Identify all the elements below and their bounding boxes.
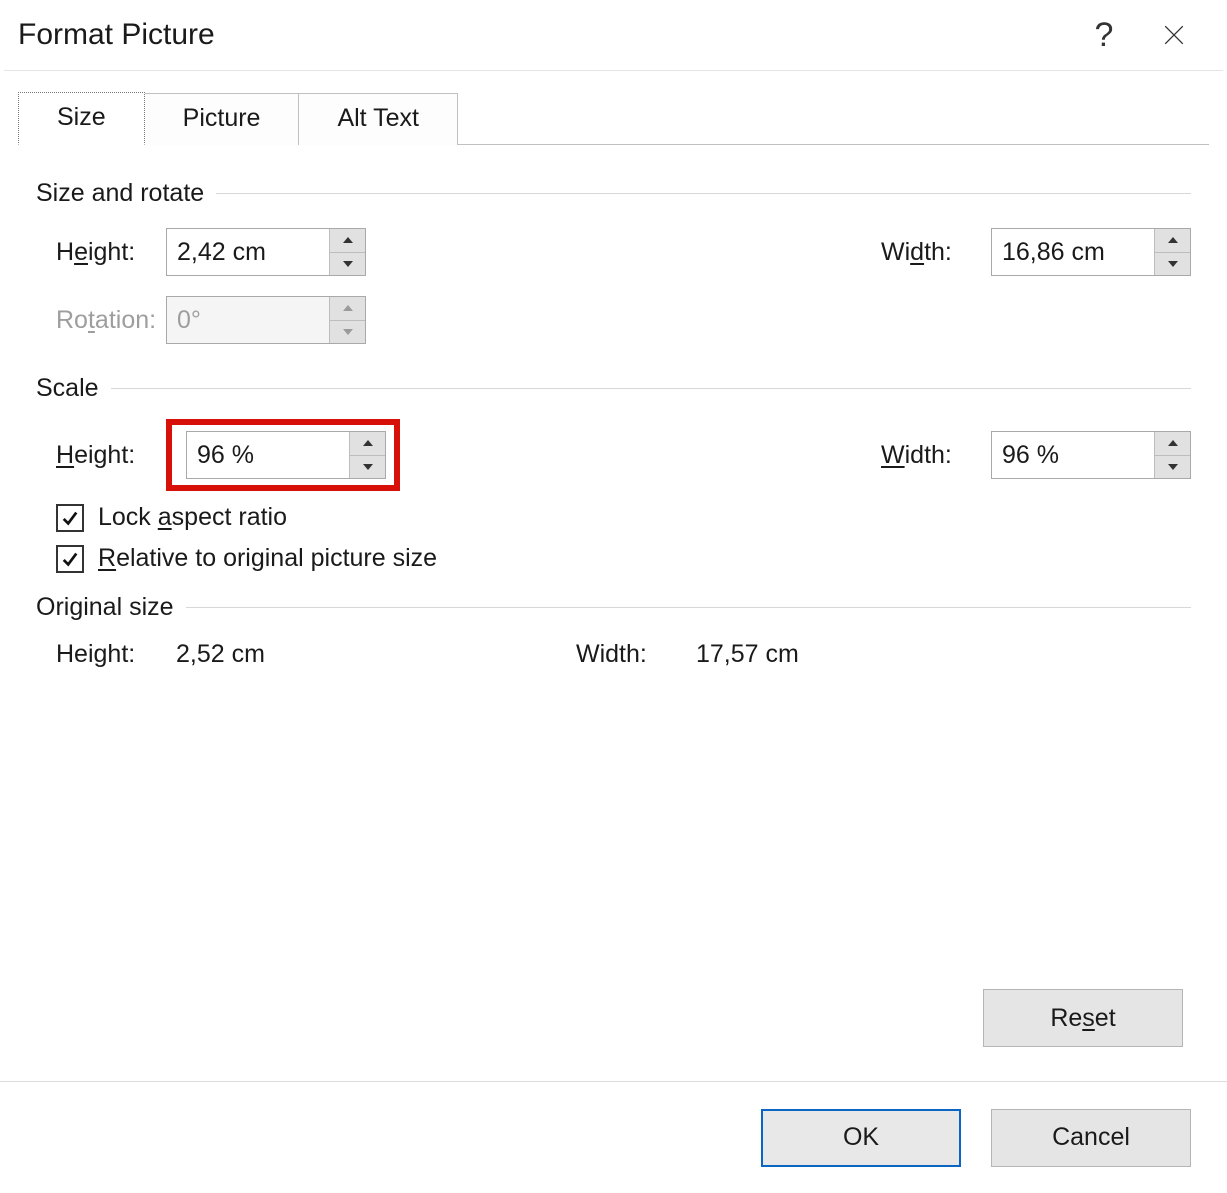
tab-picture[interactable]: Picture (145, 93, 300, 145)
close-button[interactable] (1139, 5, 1209, 65)
width-value[interactable]: 16,86 cm (992, 229, 1154, 275)
row-rotation: Rotation: 0° (36, 292, 1191, 348)
scale-height-value[interactable]: 96 % (187, 432, 349, 478)
width-spinner-down[interactable] (1155, 253, 1190, 276)
height-value[interactable]: 2,42 cm (167, 229, 329, 275)
scale-height-spinner-down[interactable] (350, 456, 385, 479)
scale-height-highlight: 96 % (166, 419, 400, 491)
tab-size[interactable]: Size (18, 92, 145, 145)
ok-button[interactable]: OK (761, 1109, 961, 1167)
width-label: Width: (881, 238, 991, 267)
checkmark-icon (61, 550, 79, 568)
dialog-body: Size and rotate Height: 2,42 cm Width: 1… (0, 145, 1227, 1081)
lock-aspect-checkbox[interactable] (56, 504, 84, 532)
original-height-value: 2,52 cm (166, 640, 576, 669)
section-size-and-rotate: Size and rotate (36, 179, 1191, 208)
scale-width-spinner[interactable]: 96 % (991, 431, 1191, 479)
rotation-label: Rotation: (36, 306, 166, 335)
original-width-value: 17,57 cm (686, 640, 799, 669)
reset-area: Reset (983, 985, 1191, 1071)
original-width-label: Width: (576, 640, 686, 669)
section-label-original: Original size (36, 593, 174, 622)
section-label-size-rotate: Size and rotate (36, 179, 204, 208)
rotation-spinner-down (330, 321, 365, 344)
section-original-size: Original size (36, 593, 1191, 622)
lock-aspect-label: Lock aspect ratio (98, 503, 287, 532)
row-scale-height-width: Height: 96 % Width: 96 % (36, 419, 1191, 491)
height-label: Height: (36, 238, 166, 267)
tab-alt-text[interactable]: Alt Text (299, 93, 458, 145)
lock-aspect-ratio-row: Lock aspect ratio (36, 503, 1191, 532)
help-icon: ? (1095, 16, 1114, 55)
scale-width-value[interactable]: 96 % (992, 432, 1154, 478)
row-original-size: Height: 2,52 cm Width: 17,57 cm (36, 640, 1191, 669)
close-icon (1163, 24, 1185, 46)
section-divider (111, 388, 1191, 389)
scale-width-spinner-up[interactable] (1155, 432, 1190, 456)
help-button[interactable]: ? (1069, 5, 1139, 65)
rotation-value: 0° (167, 297, 329, 343)
scale-height-spinner[interactable]: 96 % (186, 431, 386, 479)
relative-original-label: Relative to original picture size (98, 544, 437, 573)
height-spinner[interactable]: 2,42 cm (166, 228, 366, 276)
height-spinner-down[interactable] (330, 253, 365, 276)
scale-height-label: Height: (36, 441, 166, 470)
width-spinner-up[interactable] (1155, 229, 1190, 253)
section-divider (216, 193, 1191, 194)
original-height-label: Height: (36, 640, 166, 669)
tabs: Size Picture Alt Text (0, 71, 1227, 144)
checkmark-icon (61, 509, 79, 527)
scale-height-spinner-up[interactable] (350, 432, 385, 456)
format-picture-dialog: Format Picture ? Size Picture Alt Text S… (0, 0, 1227, 1193)
scale-width-spinner-down[interactable] (1155, 456, 1190, 479)
relative-original-checkbox[interactable] (56, 545, 84, 573)
titlebar: Format Picture ? (0, 0, 1227, 70)
section-divider (186, 607, 1191, 608)
row-height: Height: 2,42 cm Width: 16,86 cm (36, 224, 1191, 280)
dialog-footer: OK Cancel (0, 1081, 1227, 1193)
dialog-title: Format Picture (18, 18, 1069, 52)
cancel-button[interactable]: Cancel (991, 1109, 1191, 1167)
scale-width-label: Width: (881, 441, 991, 470)
height-spinner-up[interactable] (330, 229, 365, 253)
rotation-spinner-up (330, 297, 365, 321)
width-spinner[interactable]: 16,86 cm (991, 228, 1191, 276)
rotation-spinner: 0° (166, 296, 366, 344)
section-label-scale: Scale (36, 374, 99, 403)
reset-button[interactable]: Reset (983, 989, 1183, 1047)
section-scale: Scale (36, 374, 1191, 403)
relative-original-row: Relative to original picture size (36, 544, 1191, 573)
